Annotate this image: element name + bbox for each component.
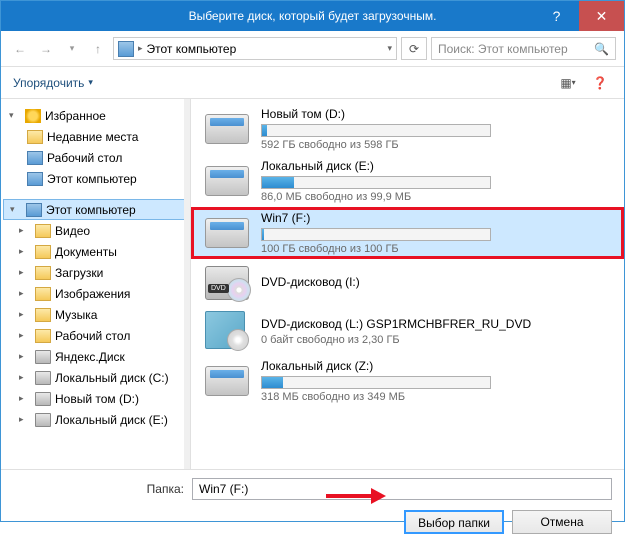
collapse-icon[interactable]: ▾ [9,110,21,121]
expand-icon[interactable]: ▸ [19,414,31,425]
folder-icon [35,245,51,259]
recent-locations[interactable]: ▾ [61,38,83,60]
usage-bar [261,124,491,137]
dvd-disc-icon [205,311,245,349]
tree-local-c[interactable]: ▸Локальный диск (C:) [3,367,188,388]
tree-favorites[interactable]: ▾Избранное [3,105,188,126]
forward-button[interactable]: → [35,38,57,60]
drive-item[interactable]: Новый том (D:) 592 ГБ свободно из 598 ГБ [191,103,624,155]
expand-icon[interactable]: ▸ [19,225,31,236]
drive-icon [35,392,51,406]
expand-icon[interactable]: ▸ [19,246,31,257]
tree-downloads[interactable]: ▸Загрузки [3,262,188,283]
tree-pictures[interactable]: ▸Изображения [3,283,188,304]
drive-icon [205,114,249,144]
drive-icon [205,366,249,396]
folder-icon [35,266,51,280]
drive-free-space: 0 байт свободно из 2,30 ГБ [261,334,610,346]
drive-name: DVD-дисковод (L:) GSP1RMCHBFRER_RU_DVD [261,317,610,331]
chevron-down-icon: ▾ [88,77,93,88]
tree-thispc-fav[interactable]: Этот компьютер [3,168,188,189]
tree-recent[interactable]: Недавние места [3,126,188,147]
drive-item[interactable]: Локальный диск (Z:) 318 МБ свободно из 34… [191,355,624,407]
tree-videos[interactable]: ▸Видео [3,220,188,241]
tree-documents[interactable]: ▸Документы [3,241,188,262]
tree-local-e[interactable]: ▸Локальный диск (E:) [3,409,188,430]
drive-icon [35,371,51,385]
select-folder-button[interactable]: Выбор папки [404,510,504,534]
titlebar: Выберите диск, который будет загрузочным… [1,1,624,31]
computer-icon [27,172,43,186]
navigation-tree: ▾Избранное Недавние места Рабочий стол Э… [1,99,191,469]
folder-label: Папка: [147,482,184,496]
search-icon: 🔍 [594,42,609,56]
drive-icon [35,413,51,427]
collapse-icon[interactable]: ▾ [10,204,22,215]
tree-music[interactable]: ▸Музыка [3,304,188,325]
folder-input[interactable] [192,478,612,500]
computer-icon [118,41,134,57]
drive-name: Win7 (F:) [261,211,610,225]
search-input[interactable]: Поиск: Этот компьютер 🔍 [431,37,616,60]
tree-newvol-d[interactable]: ▸Новый том (D:) [3,388,188,409]
up-button[interactable]: ↑ [87,38,109,60]
tree-yandex[interactable]: ▸Яндекс.Диск [3,346,188,367]
computer-icon [26,203,42,217]
drive-name: Локальный диск (Z:) [261,359,610,373]
cancel-button[interactable]: Отмена [512,510,612,534]
expand-icon[interactable]: ▸ [19,372,31,383]
expand-icon[interactable]: ▸ [19,309,31,320]
drive-item[interactable]: DVD-дисковод (L:) GSP1RMCHBFRER_RU_DVD 0 … [191,307,624,355]
desktop-icon [27,151,43,165]
expand-icon[interactable]: ▸ [19,288,31,299]
folder-icon [27,130,43,144]
address-bar[interactable]: ▸ Этот компьютер ▾ [113,37,397,60]
back-button[interactable]: ← [9,38,31,60]
expand-icon[interactable]: ▸ [19,393,31,404]
usage-bar [261,376,491,389]
drive-name: Новый том (D:) [261,107,610,121]
expand-icon[interactable]: ▸ [19,267,31,278]
folder-icon [35,287,51,301]
tree-desktop2[interactable]: ▸Рабочий стол [3,325,188,346]
tree-desktop[interactable]: Рабочий стол [3,147,188,168]
drive-icon [205,218,249,248]
usage-bar [261,176,491,189]
search-placeholder: Поиск: Этот компьютер [438,42,568,56]
chevron-down-icon[interactable]: ▾ [387,43,392,54]
drive-free-space: 318 МБ свободно из 349 МБ [261,391,610,403]
help-icon[interactable]: ❓ [588,73,612,93]
drive-item[interactable]: Локальный диск (E:) 86,0 МБ свободно из 9… [191,155,624,207]
drive-icon [205,166,249,196]
disk-icon [35,350,51,364]
chevron-right-icon: ▸ [138,43,143,54]
folder-icon [35,329,51,343]
drive-name: Локальный диск (E:) [261,159,610,173]
navbar: ← → ▾ ↑ ▸ Этот компьютер ▾ ⟳ Поиск: Этот… [1,31,624,67]
refresh-button[interactable]: ⟳ [401,37,427,60]
expand-icon[interactable]: ▸ [19,351,31,362]
drive-free-space: 100 ГБ свободно из 100 ГБ [261,243,610,255]
view-options-button[interactable]: ▦▾ [556,73,580,93]
window-title: Выберите диск, который будет загрузочным… [189,9,437,23]
drive-list: Новый том (D:) 592 ГБ свободно из 598 ГБ Л… [191,99,624,469]
organize-button[interactable]: Упорядочить ▾ [13,76,93,90]
toolbar: Упорядочить ▾ ▦▾ ❓ [1,67,624,99]
help-button[interactable]: ? [534,1,579,31]
tree-thispc[interactable]: ▾Этот компьютер [3,199,188,220]
drive-name: DVD-дисковод (I:) [261,275,610,289]
folder-icon [35,224,51,238]
expand-icon[interactable]: ▸ [19,330,31,341]
drive-item[interactable]: Win7 (F:) 100 ГБ свободно из 100 ГБ [191,207,624,259]
dialog-footer: Папка: Выбор папки Отмена [1,469,624,552]
drive-free-space: 86,0 МБ свободно из 99,9 МБ [261,191,610,203]
drive-free-space: 592 ГБ свободно из 598 ГБ [261,139,610,151]
drive-item[interactable]: DVD DVD-дисковод (I:) [191,259,624,307]
close-button[interactable]: ✕ [579,1,624,31]
usage-bar [261,228,491,241]
breadcrumb[interactable]: Этот компьютер [147,42,237,56]
star-icon [25,109,41,123]
dvd-drive-icon: DVD [205,266,249,300]
folder-icon [35,308,51,322]
